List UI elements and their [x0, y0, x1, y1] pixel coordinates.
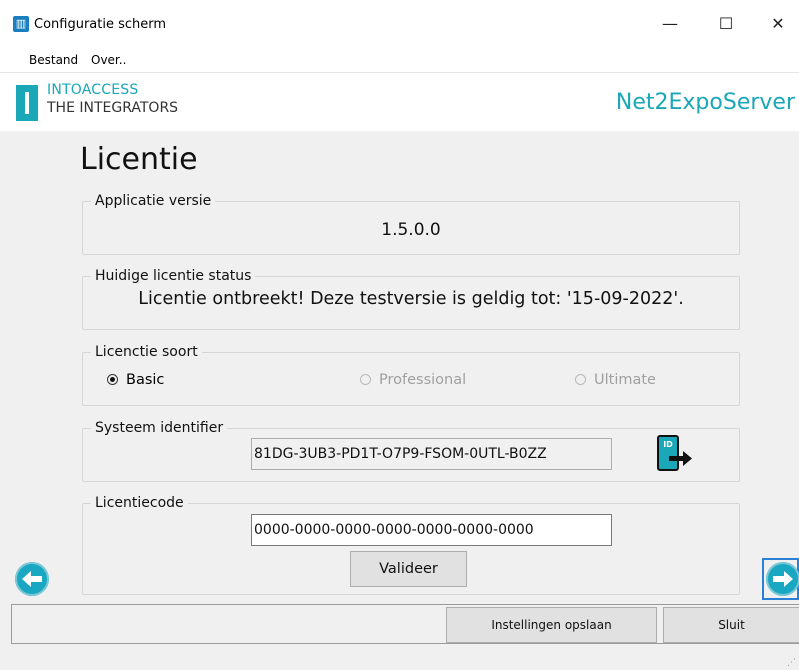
- window-title: Configuratie scherm: [34, 17, 167, 32]
- system-id-group: Systeem identifier 81DG-3UB3-PD1T-O7P9-F…: [82, 419, 740, 482]
- close-window-button[interactable]: ✕: [755, 8, 799, 40]
- radio-basic-indicator[interactable]: [107, 374, 118, 385]
- license-status-label: Huidige licentie status: [91, 267, 256, 285]
- header-banner: INTOACCESS THE INTEGRATORS Net2ExpoServe…: [0, 72, 799, 131]
- version-group: Applicatie versie 1.5.0.0: [82, 192, 740, 255]
- version-label: Applicatie versie: [91, 192, 216, 210]
- radio-basic-label: Basic: [126, 372, 165, 388]
- resize-grip-icon[interactable]: ⋰: [787, 658, 797, 668]
- license-status-group: Huidige licentie status Licentie ontbree…: [82, 267, 740, 330]
- system-id-field[interactable]: 81DG-3UB3-PD1T-O7P9-FSOM-0UTL-B0ZZ: [251, 438, 612, 470]
- save-settings-button[interactable]: Instellingen opslaan: [446, 607, 657, 643]
- status-bar: ⋰: [0, 645, 799, 670]
- license-type-label: Licenctie soort: [91, 343, 202, 361]
- menu-bar: Bestand Over..: [0, 48, 799, 72]
- system-id-label: Systeem identifier: [91, 419, 228, 437]
- radio-ultimate-indicator[interactable]: [575, 374, 586, 385]
- minimize-button[interactable]: —: [647, 8, 693, 40]
- license-code-group: Licentiecode 0000-0000-0000-0000-0000-00…: [82, 494, 740, 595]
- next-arrow-icon[interactable]: [766, 562, 799, 596]
- app-icon: ▥: [13, 16, 29, 32]
- company-name-line1: INTOACCESS: [47, 82, 139, 98]
- radio-professional-indicator[interactable]: [360, 374, 371, 385]
- license-code-label: Licentiecode: [91, 494, 188, 512]
- radio-ultimate-label: Ultimate: [594, 372, 656, 388]
- version-value: 1.5.0.0: [381, 220, 441, 240]
- maximize-button[interactable]: ☐: [703, 8, 749, 40]
- export-id-icon[interactable]: ID: [655, 434, 695, 474]
- license-type-group: Licenctie soort Basic Professional Ultim…: [82, 343, 740, 406]
- radio-professional-label: Professional: [379, 372, 467, 388]
- menu-over[interactable]: Over..: [91, 48, 126, 72]
- radio-ultimate[interactable]: Ultimate: [575, 371, 656, 389]
- title-bar[interactable]: ▥ Configuratie scherm — ☐ ✕: [0, 0, 799, 48]
- logo-mark: [25, 92, 29, 114]
- company-name-line2: THE INTEGRATORS: [47, 100, 179, 116]
- product-name: Net2ExpoServer: [615, 90, 795, 115]
- license-code-input[interactable]: 0000-0000-0000-0000-0000-0000-0000: [251, 514, 612, 546]
- close-button[interactable]: Sluit: [663, 607, 799, 643]
- company-logo: [16, 85, 38, 121]
- menu-bestand[interactable]: Bestand: [29, 48, 78, 72]
- page-title: Licentie: [80, 142, 198, 177]
- export-id-icon-text: ID: [663, 440, 673, 449]
- previous-arrow-icon[interactable]: [15, 562, 49, 596]
- validate-button[interactable]: Valideer: [350, 551, 467, 587]
- license-status-value: Licentie ontbreekt! Deze testversie is g…: [138, 289, 684, 309]
- radio-basic[interactable]: Basic: [107, 371, 164, 389]
- radio-professional[interactable]: Professional: [360, 371, 466, 389]
- bottom-toolbar: Instellingen opslaan Sluit: [11, 604, 799, 644]
